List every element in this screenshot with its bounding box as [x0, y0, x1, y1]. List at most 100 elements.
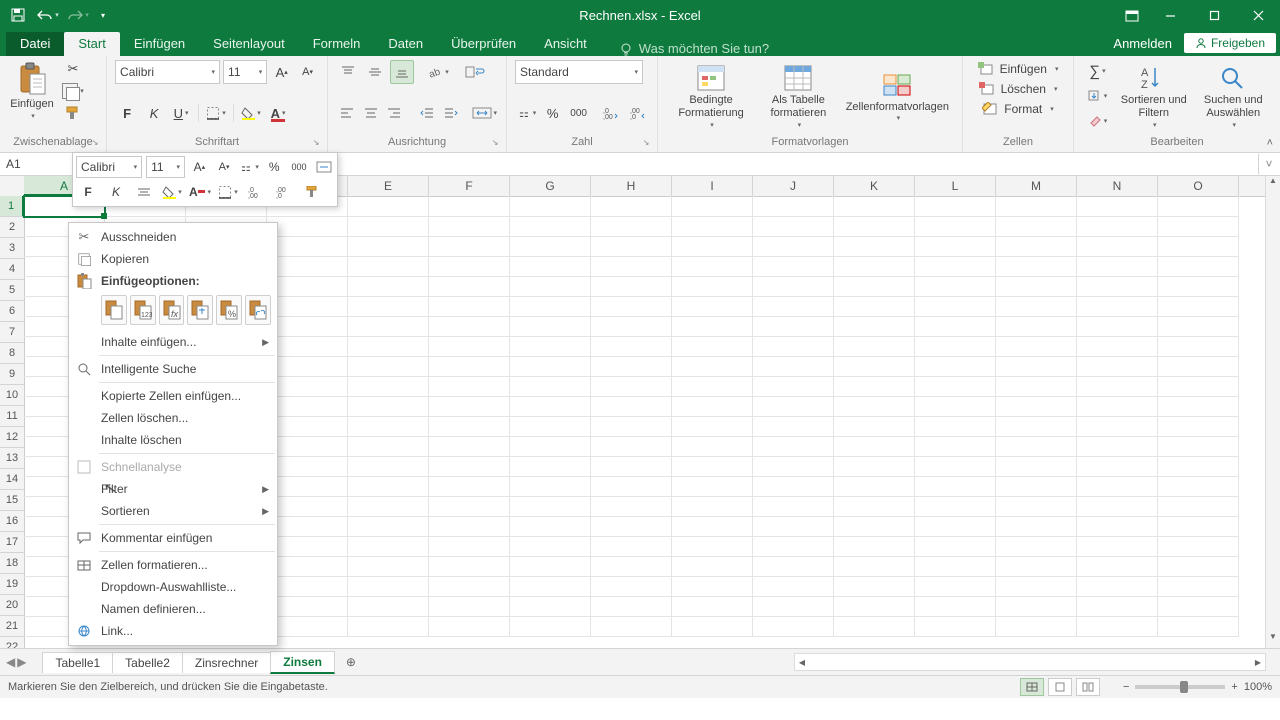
- mini-dec-decimal[interactable]: ,00,0: [272, 181, 296, 203]
- cell-F19[interactable]: [429, 556, 510, 577]
- cell-E18[interactable]: [348, 536, 429, 557]
- cell-M15[interactable]: [996, 476, 1077, 497]
- dialog-launcher-icon[interactable]: ↘: [88, 135, 102, 149]
- cell-N15[interactable]: [1077, 476, 1158, 497]
- paste-opt-formatting[interactable]: %: [216, 295, 242, 325]
- cell-M2[interactable]: [996, 216, 1077, 237]
- col-header-I[interactable]: I: [672, 176, 753, 196]
- ctx-paste-special[interactable]: Inhalte einfügen...▶: [69, 331, 277, 353]
- tab-file[interactable]: Datei: [6, 32, 64, 56]
- cell-K1[interactable]: [834, 196, 915, 217]
- font-name-combo[interactable]: Calibri▾: [115, 60, 220, 84]
- cell-F2[interactable]: [429, 216, 510, 237]
- cell-O19[interactable]: [1158, 556, 1239, 577]
- cell-L19[interactable]: [915, 556, 996, 577]
- cell-H18[interactable]: [591, 536, 672, 557]
- select-all-button[interactable]: [0, 176, 26, 198]
- cell-E6[interactable]: [348, 296, 429, 317]
- ctx-insert-comment[interactable]: Kommentar einfügen: [69, 527, 277, 549]
- cell-M13[interactable]: [996, 436, 1077, 457]
- cell-J12[interactable]: [753, 416, 834, 437]
- cell-J3[interactable]: [753, 236, 834, 257]
- font-color-button[interactable]: A▾: [266, 101, 290, 125]
- tab-daten[interactable]: Daten: [374, 32, 437, 56]
- cell-K3[interactable]: [834, 236, 915, 257]
- cell-K12[interactable]: [834, 416, 915, 437]
- tab-seitenlayout[interactable]: Seitenlayout: [199, 32, 299, 56]
- align-right-button[interactable]: [384, 101, 405, 125]
- cell-D12[interactable]: [267, 416, 348, 437]
- sign-in-link[interactable]: Anmelden: [1113, 36, 1172, 51]
- collapse-ribbon-button[interactable]: ˄: [1266, 136, 1274, 150]
- cell-K7[interactable]: [834, 316, 915, 337]
- align-bottom-button[interactable]: [390, 60, 414, 84]
- align-top-button[interactable]: [336, 60, 360, 84]
- cell-D11[interactable]: [267, 396, 348, 417]
- cell-D21[interactable]: [267, 596, 348, 617]
- cell-G16[interactable]: [510, 496, 591, 517]
- cell-G21[interactable]: [510, 596, 591, 617]
- cell-L10[interactable]: [915, 376, 996, 397]
- cell-F10[interactable]: [429, 376, 510, 397]
- mini-inc-decimal[interactable]: ,0,00: [244, 181, 268, 203]
- cell-G12[interactable]: [510, 416, 591, 437]
- align-left-button[interactable]: [336, 101, 357, 125]
- cell-M14[interactable]: [996, 456, 1077, 477]
- cell-D16[interactable]: [267, 496, 348, 517]
- sheet-nav[interactable]: ◀▶: [0, 655, 32, 669]
- cell-O9[interactable]: [1158, 356, 1239, 377]
- cell-N17[interactable]: [1077, 516, 1158, 537]
- cell-M21[interactable]: [996, 596, 1077, 617]
- cell-J19[interactable]: [753, 556, 834, 577]
- horizontal-scrollbar[interactable]: ◀▶: [794, 653, 1266, 671]
- cell-M17[interactable]: [996, 516, 1077, 537]
- cell-M12[interactable]: [996, 416, 1077, 437]
- cell-O12[interactable]: [1158, 416, 1239, 437]
- zoom-level[interactable]: 100%: [1244, 681, 1272, 693]
- cell-K10[interactable]: [834, 376, 915, 397]
- row-header-4[interactable]: 4: [0, 259, 24, 280]
- cell-L20[interactable]: [915, 576, 996, 597]
- comma-button[interactable]: 000: [567, 101, 590, 125]
- cell-L15[interactable]: [915, 476, 996, 497]
- cell-I7[interactable]: [672, 316, 753, 337]
- cell-N22[interactable]: [1077, 616, 1158, 637]
- cell-I22[interactable]: [672, 616, 753, 637]
- format-as-table-button[interactable]: Als Tabelle formatieren▾: [756, 60, 841, 134]
- increase-indent-button[interactable]: [440, 101, 461, 125]
- cell-H10[interactable]: [591, 376, 672, 397]
- cell-N6[interactable]: [1077, 296, 1158, 317]
- cell-G15[interactable]: [510, 476, 591, 497]
- cell-D17[interactable]: [267, 516, 348, 537]
- paste-opt-transpose[interactable]: [187, 295, 213, 325]
- cell-O4[interactable]: [1158, 256, 1239, 277]
- cut-button[interactable]: [60, 60, 86, 78]
- find-select-button[interactable]: Suchen und Auswählen▾: [1195, 60, 1273, 134]
- mini-font-color[interactable]: A▾: [188, 181, 212, 203]
- dialog-launcher-icon[interactable]: ↘: [639, 135, 653, 149]
- cell-H19[interactable]: [591, 556, 672, 577]
- cell-L13[interactable]: [915, 436, 996, 457]
- cell-N19[interactable]: [1077, 556, 1158, 577]
- cell-N18[interactable]: [1077, 536, 1158, 557]
- ctx-filter[interactable]: Filter▶: [69, 478, 277, 500]
- cell-O7[interactable]: [1158, 316, 1239, 337]
- cell-H1[interactable]: [591, 196, 672, 217]
- cell-L11[interactable]: [915, 396, 996, 417]
- cell-K11[interactable]: [834, 396, 915, 417]
- row-header-12[interactable]: 12: [0, 427, 24, 448]
- mini-fill-color[interactable]: ▾: [160, 181, 184, 203]
- cell-J21[interactable]: [753, 596, 834, 617]
- cell-E11[interactable]: [348, 396, 429, 417]
- cell-D22[interactable]: [267, 616, 348, 637]
- cell-K18[interactable]: [834, 536, 915, 557]
- row-header-10[interactable]: 10: [0, 385, 24, 406]
- cell-E12[interactable]: [348, 416, 429, 437]
- row-header-9[interactable]: 9: [0, 364, 24, 385]
- cell-I18[interactable]: [672, 536, 753, 557]
- cell-M11[interactable]: [996, 396, 1077, 417]
- cell-E17[interactable]: [348, 516, 429, 537]
- col-header-M[interactable]: M: [996, 176, 1077, 196]
- cell-M4[interactable]: [996, 256, 1077, 277]
- cell-D19[interactable]: [267, 556, 348, 577]
